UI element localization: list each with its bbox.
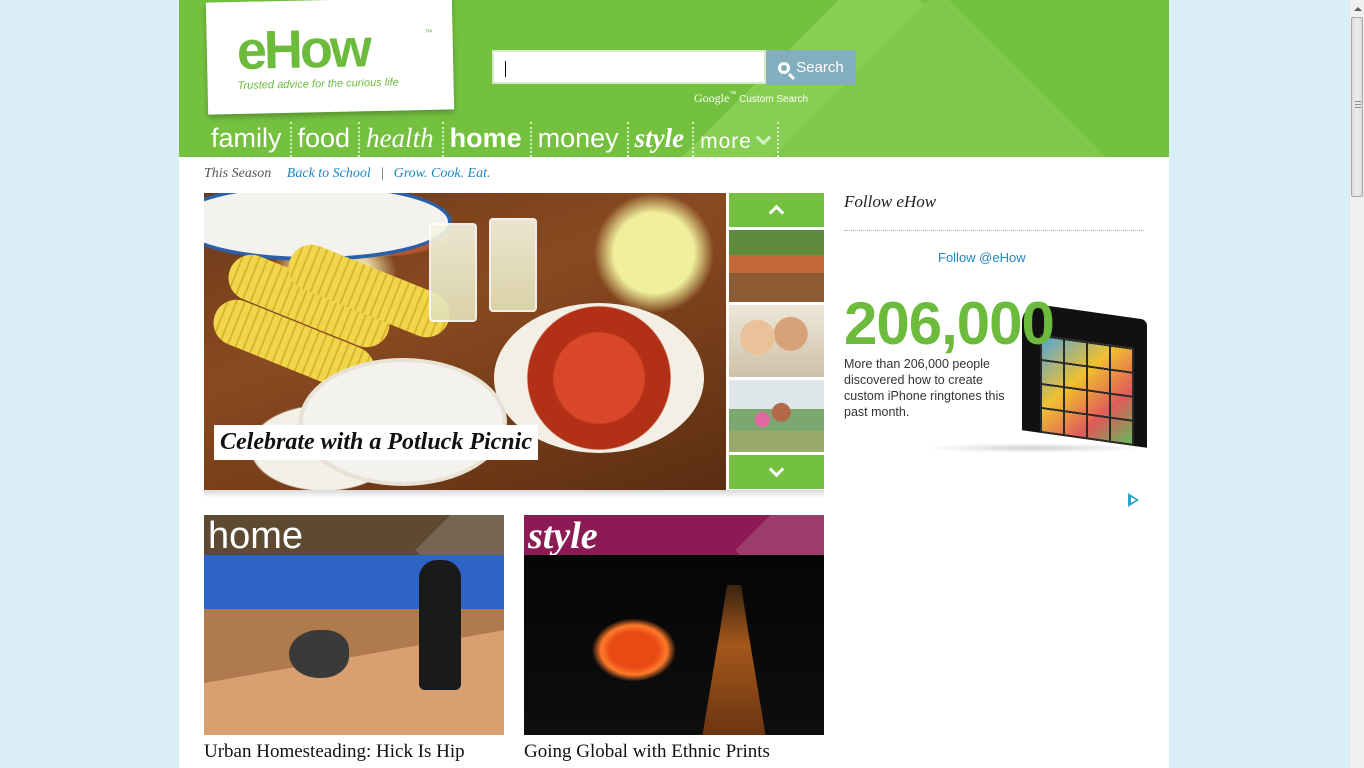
hero-thumbnail-strip	[729, 193, 824, 489]
ad-big-number: 206,000	[844, 290, 1055, 357]
category-headline-link[interactable]: Going Global with Ethnic Prints	[524, 741, 770, 763]
hero-caption[interactable]: Celebrate with a Potluck Picnic	[214, 425, 538, 460]
salad-plate	[299, 358, 507, 486]
search-input-wrapper[interactable]	[492, 50, 766, 84]
lemonade-glass	[489, 218, 537, 312]
scroll-up-arrow-icon[interactable]	[1350, 0, 1364, 17]
nav-item-health[interactable]: health	[360, 122, 444, 157]
chevron-up-icon	[768, 204, 785, 221]
search-button-label: Search	[796, 59, 844, 76]
carousel-thumbnail[interactable]	[729, 305, 824, 377]
site-header: eHow ™ Trusted advice for the curious li…	[179, 0, 1169, 157]
vertical-scrollbar[interactable]	[1349, 0, 1364, 768]
search-icon	[778, 61, 791, 74]
nav-item-style[interactable]: style	[629, 122, 695, 157]
category-image[interactable]	[524, 555, 824, 735]
chevron-down-icon	[755, 129, 772, 146]
main-nav: family food health home money style more	[205, 120, 779, 157]
season-separator: |	[380, 166, 385, 181]
carousel-down-button[interactable]	[729, 455, 824, 489]
logo-trademark: ™	[424, 27, 433, 38]
google-trademark: ™	[729, 91, 737, 98]
search-button[interactable]: Search	[766, 50, 856, 85]
lemonade-glass	[429, 223, 477, 322]
nav-more-label: more	[700, 130, 752, 153]
chevron-down-icon	[768, 461, 785, 478]
category-header: home	[204, 515, 504, 555]
nav-item-family[interactable]: family	[205, 122, 292, 157]
season-bar: This Season Back to School | Grow. Cook.…	[204, 166, 490, 182]
hen-figure	[289, 630, 349, 678]
category-title: home	[208, 515, 304, 555]
follow-title: Follow eHow	[844, 192, 937, 211]
nav-item-home[interactable]: home	[444, 122, 532, 157]
scrollbar-thumb[interactable]	[1351, 17, 1363, 197]
carousel-thumbnail[interactable]	[729, 230, 824, 302]
season-link-back-to-school[interactable]: Back to School	[287, 166, 371, 181]
adchoices-icon[interactable]	[1128, 493, 1139, 507]
ehow-logo[interactable]: eHow ™ Trusted advice for the curious li…	[205, 0, 455, 115]
category-image[interactable]	[204, 555, 504, 735]
carousel-thumbnail[interactable]	[729, 380, 824, 452]
category-card-home[interactable]: home Urban Homesteading: Hick Is Hip	[204, 515, 504, 762]
logo-tagline: Trusted advice for the curious life	[237, 76, 399, 92]
category-headline-link[interactable]: Urban Homesteading: Hick Is Hip	[204, 741, 465, 763]
google-custom-search-label: Google™ Custom Search	[694, 91, 808, 106]
category-header: style	[524, 515, 824, 555]
nav-item-more[interactable]: more	[694, 122, 779, 157]
text-caret	[505, 61, 506, 77]
hero-image[interactable]: Celebrate with a Potluck Picnic	[204, 193, 726, 490]
search-input[interactable]	[494, 52, 764, 82]
google-wordmark: Google	[694, 91, 730, 105]
nav-item-money[interactable]: money	[532, 122, 629, 157]
category-card-style[interactable]: style Going Global with Ethnic Prints	[524, 515, 824, 762]
twitter-follow-link[interactable]: Follow @eHow	[938, 250, 1026, 265]
nav-item-food[interactable]: food	[292, 122, 361, 157]
logo-wordmark: eHow	[236, 18, 370, 81]
divider	[844, 230, 1144, 231]
model-figure	[702, 585, 766, 735]
season-link-grow-cook-eat[interactable]: Grow. Cook. Eat.	[394, 166, 491, 181]
ad-description: More than 206,000 people discovered how …	[844, 357, 1005, 419]
carousel-up-button[interactable]	[729, 193, 824, 227]
sidebar-ad[interactable]: 206,000 More than 206,000 people discove…	[844, 285, 1147, 455]
category-title: style	[528, 515, 598, 555]
season-label: This Season	[204, 166, 272, 181]
person-figure	[419, 560, 461, 690]
custom-search-text: Custom Search	[739, 94, 809, 105]
page: eHow ™ Trusted advice for the curious li…	[179, 0, 1169, 768]
